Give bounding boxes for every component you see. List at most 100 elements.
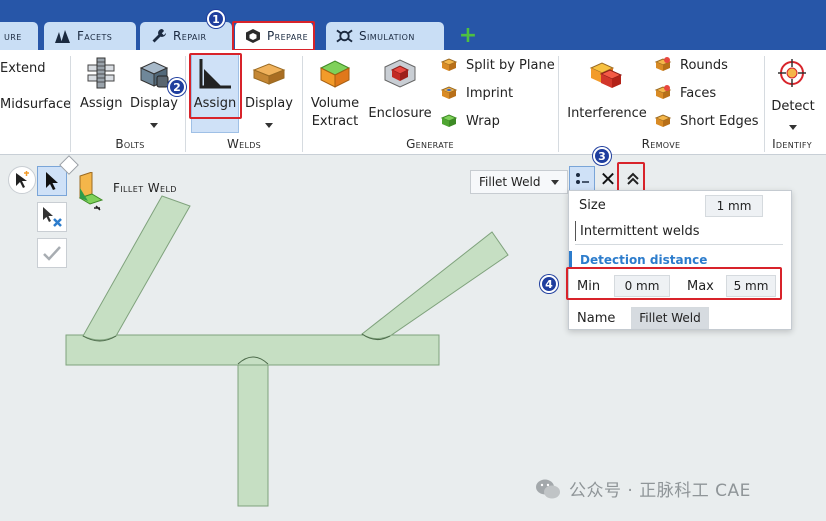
volume-extract-label-1: Volume xyxy=(310,96,360,111)
tab-structure[interactable]: ure xyxy=(0,22,38,50)
faces-button[interactable]: Faces xyxy=(654,84,716,102)
step-badge-3: 3 xyxy=(593,147,611,165)
interference-label: Interference xyxy=(567,106,647,121)
extend-button[interactable]: Extend xyxy=(0,60,46,78)
options-toggle-button[interactable] xyxy=(569,166,595,192)
checkmark-icon xyxy=(43,246,61,261)
wrap-button[interactable]: Wrap xyxy=(440,112,500,130)
interference-icon xyxy=(588,56,624,96)
size-label: Size xyxy=(579,198,606,213)
tab-label: Repair xyxy=(173,29,207,43)
select-mode-button[interactable] xyxy=(8,166,36,194)
enclosure-button[interactable]: Enclosure xyxy=(368,105,432,123)
min-label: Min xyxy=(577,279,601,294)
deselect-tool[interactable] xyxy=(37,202,67,232)
wechat-logo-icon xyxy=(536,479,560,498)
double-chevron-up-icon xyxy=(627,172,639,185)
watermark-text: 公众号 · 正脉科工 CAE xyxy=(569,481,751,501)
bolts-display-button[interactable]: Display xyxy=(130,95,178,113)
enclosure-icon xyxy=(382,56,418,94)
weld-type-value: Fillet Weld xyxy=(479,175,541,189)
faces-icon xyxy=(654,85,672,99)
imprint-label: Imprint xyxy=(466,85,514,101)
detect-button[interactable]: Detect xyxy=(768,98,818,116)
collapse-button[interactable] xyxy=(621,166,645,192)
name-field[interactable]: Fillet Weld xyxy=(631,307,709,329)
bolt-assign-icon xyxy=(84,56,118,94)
select-geometry-tool[interactable] xyxy=(37,166,67,196)
min-distance-field[interactable]: 0 mm xyxy=(614,275,670,297)
tab-label: ure xyxy=(4,29,22,43)
imprint-button[interactable]: Imprint xyxy=(440,84,513,102)
ribbon-separator xyxy=(302,56,303,152)
group-label-identify: Identify xyxy=(772,137,812,151)
welds-display-button[interactable]: Display xyxy=(245,95,293,113)
group-label-bolts: Bolts xyxy=(115,137,145,151)
complete-tool[interactable] xyxy=(37,238,67,268)
intermittent-welds-option[interactable]: Intermittent welds xyxy=(575,221,700,241)
ribbon-separator xyxy=(764,56,765,152)
detection-distance-header: Detection distance xyxy=(569,251,793,269)
cursor-x-icon xyxy=(43,207,62,227)
midsurface-label: Midsurface xyxy=(0,97,72,112)
welds-assign-button[interactable]: Assign xyxy=(192,95,238,113)
step-badge-1: 1 xyxy=(207,10,225,28)
name-label: Name xyxy=(577,311,616,326)
midsurface-button[interactable]: Midsurface xyxy=(0,96,71,114)
wrap-label: Wrap xyxy=(466,113,500,129)
welds-display-label: Display xyxy=(245,96,293,111)
welds-assign-label: Assign xyxy=(193,96,237,111)
ribbon-separator xyxy=(558,56,559,152)
tab-simulation[interactable]: Simulation xyxy=(326,22,444,50)
ribbon-panel: Extend Midsurface Assign Display Bolts A… xyxy=(0,50,826,155)
tab-label: Simulation xyxy=(359,29,415,43)
prepare-cube-icon xyxy=(245,28,261,45)
interference-button[interactable]: Interference xyxy=(566,105,648,123)
facets-icon xyxy=(54,28,71,45)
detect-target-icon xyxy=(777,58,807,92)
weld-display-icon xyxy=(252,60,286,94)
wrap-icon xyxy=(440,114,458,127)
tab-facets[interactable]: Facets xyxy=(44,22,136,50)
active-tool-title: Fillet Weld xyxy=(113,181,177,195)
extend-label: Extend xyxy=(0,61,46,76)
imprint-icon xyxy=(440,86,458,99)
bolts-display-dropdown-icon[interactable] xyxy=(150,123,158,128)
split-by-plane-icon xyxy=(440,58,458,71)
short-edges-button[interactable]: Short Edges xyxy=(654,112,759,130)
fillet-weld-tool-icon xyxy=(74,171,104,216)
split-by-plane-label: Split by Plane xyxy=(466,57,555,73)
enclosure-label: Enclosure xyxy=(368,106,432,121)
volume-extract-label-2: Extract xyxy=(311,114,359,129)
rounds-label: Rounds xyxy=(680,57,728,73)
size-field[interactable]: 1 mm xyxy=(705,195,763,217)
select-mode-icon xyxy=(16,171,29,188)
add-tab-icon[interactable]: + xyxy=(458,25,478,47)
weld-assign-icon xyxy=(197,57,233,95)
weld-type-dropdown[interactable]: Fillet Weld xyxy=(470,170,568,194)
bolts-assign-button[interactable]: Assign xyxy=(80,95,123,113)
max-distance-field[interactable]: 5 mm xyxy=(726,275,776,297)
chevron-down-icon xyxy=(551,180,559,185)
rounds-icon xyxy=(654,57,672,71)
ribbon-tab-bar: ure Facets Repair Prepare Simulation + xyxy=(0,0,826,50)
step-badge-2: 2 xyxy=(168,78,186,96)
volume-extract-button[interactable]: Volume Extract xyxy=(308,95,362,131)
short-edges-label: Short Edges xyxy=(680,113,759,129)
welds-display-dropdown-icon[interactable] xyxy=(265,123,273,128)
ribbon-separator xyxy=(70,56,71,152)
tab-label: Facets xyxy=(77,29,113,43)
split-by-plane-button[interactable]: Split by Plane xyxy=(440,56,555,74)
tab-prepare[interactable]: Prepare xyxy=(235,22,313,50)
detect-label: Detect xyxy=(771,99,815,114)
bolt-display-icon xyxy=(137,58,171,96)
close-icon[interactable]: ✕ xyxy=(596,166,620,192)
wrench-icon xyxy=(150,28,167,45)
detect-dropdown-icon[interactable] xyxy=(789,125,797,130)
group-label-welds: Welds xyxy=(226,137,262,151)
faces-label: Faces xyxy=(680,85,717,101)
max-label: Max xyxy=(687,279,714,294)
watermark: 公众号 · 正脉科工 CAE xyxy=(535,476,751,501)
rounds-button[interactable]: Rounds xyxy=(654,56,728,74)
weld-options-panel: Size 1 mm Intermittent welds Detection d… xyxy=(568,190,792,330)
